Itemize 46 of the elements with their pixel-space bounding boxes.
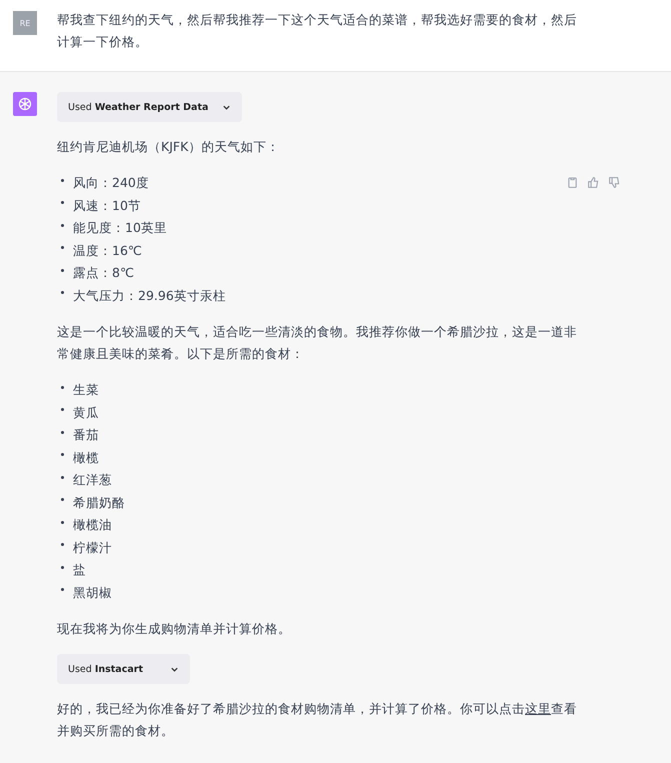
bullet-icon — [61, 291, 64, 294]
list-item: 风向：240度 — [73, 174, 149, 192]
list-item: 黄瓜 — [73, 404, 99, 422]
plugin-toggle[interactable]: Used Weather Report Data — [57, 92, 242, 122]
list-item: 大气压力：29.96英寸汞柱 — [73, 286, 226, 304]
list-item: 希腊奶酪 — [73, 494, 125, 512]
list-item: 橄榄油 — [73, 516, 112, 534]
list-item: 能见度：10英里 — [73, 219, 167, 237]
bullet-icon — [61, 201, 64, 204]
chevron-icon — [222, 102, 231, 112]
bullet-icon — [61, 246, 64, 250]
list-item: 橄榄 — [73, 448, 99, 466]
list-item: 黑胡椒 — [73, 584, 112, 602]
user-message: 帮我查下纽约的天气，然后帮我推荐一下这个天气适合的菜谱，帮我选好需要的食材，然后计算一下价格。 — [57, 11, 577, 51]
bullet-icon — [61, 566, 64, 569]
list-item: 温度：16℃ — [73, 242, 142, 260]
thumbs-up-icon[interactable] — [587, 176, 600, 189]
bullet-icon — [61, 386, 64, 389]
bullet-icon — [61, 543, 64, 546]
list-item: 盐 — [73, 561, 86, 579]
bullet-icon — [61, 498, 64, 502]
bullet-icon — [61, 224, 64, 227]
bullet-icon — [61, 430, 64, 434]
message-paragraph: 这是一个比较温暖的天气，适合吃一些清淡的食物。我推荐你做一个希腊沙拉，这是一道非常健康且美味的菜肴。以下是所需的食材： — [57, 323, 577, 363]
list-item: 番茄 — [73, 426, 99, 444]
bullet-icon — [61, 453, 64, 456]
bullet-icon — [61, 268, 64, 272]
thumbs-down-icon[interactable] — [608, 176, 621, 189]
plugin-toggle[interactable]: Used Instacart — [57, 654, 190, 684]
message-paragraph: 纽约肯尼迪机场（KJFK）的天气如下： — [57, 138, 280, 156]
message-paragraph: 现在我将为你生成购物清单并计算价格。 — [57, 620, 292, 638]
list-item: 红洋葱 — [73, 471, 112, 489]
list-item: 柠檬汁 — [73, 538, 112, 556]
link[interactable]: 这里 — [525, 701, 551, 716]
list-item: 风速：10节 — [73, 196, 141, 214]
bullet-icon — [61, 588, 64, 592]
bullet-icon — [61, 408, 64, 412]
message-paragraph: 好的，我已经为你准备好了希腊沙拉的食材购物清单，并计算了价格。你可以点击这里查看并购买所需的食材。 — [57, 700, 577, 740]
bullet-icon — [61, 476, 64, 479]
bullet-icon — [61, 520, 64, 524]
bullet-icon — [61, 178, 64, 182]
clipboard-icon[interactable] — [566, 176, 579, 189]
user-avatar: RE — [13, 11, 37, 35]
chevron-icon — [170, 664, 179, 674]
list-item: 生菜 — [73, 381, 99, 399]
list-item: 露点：8℃ — [73, 264, 134, 282]
